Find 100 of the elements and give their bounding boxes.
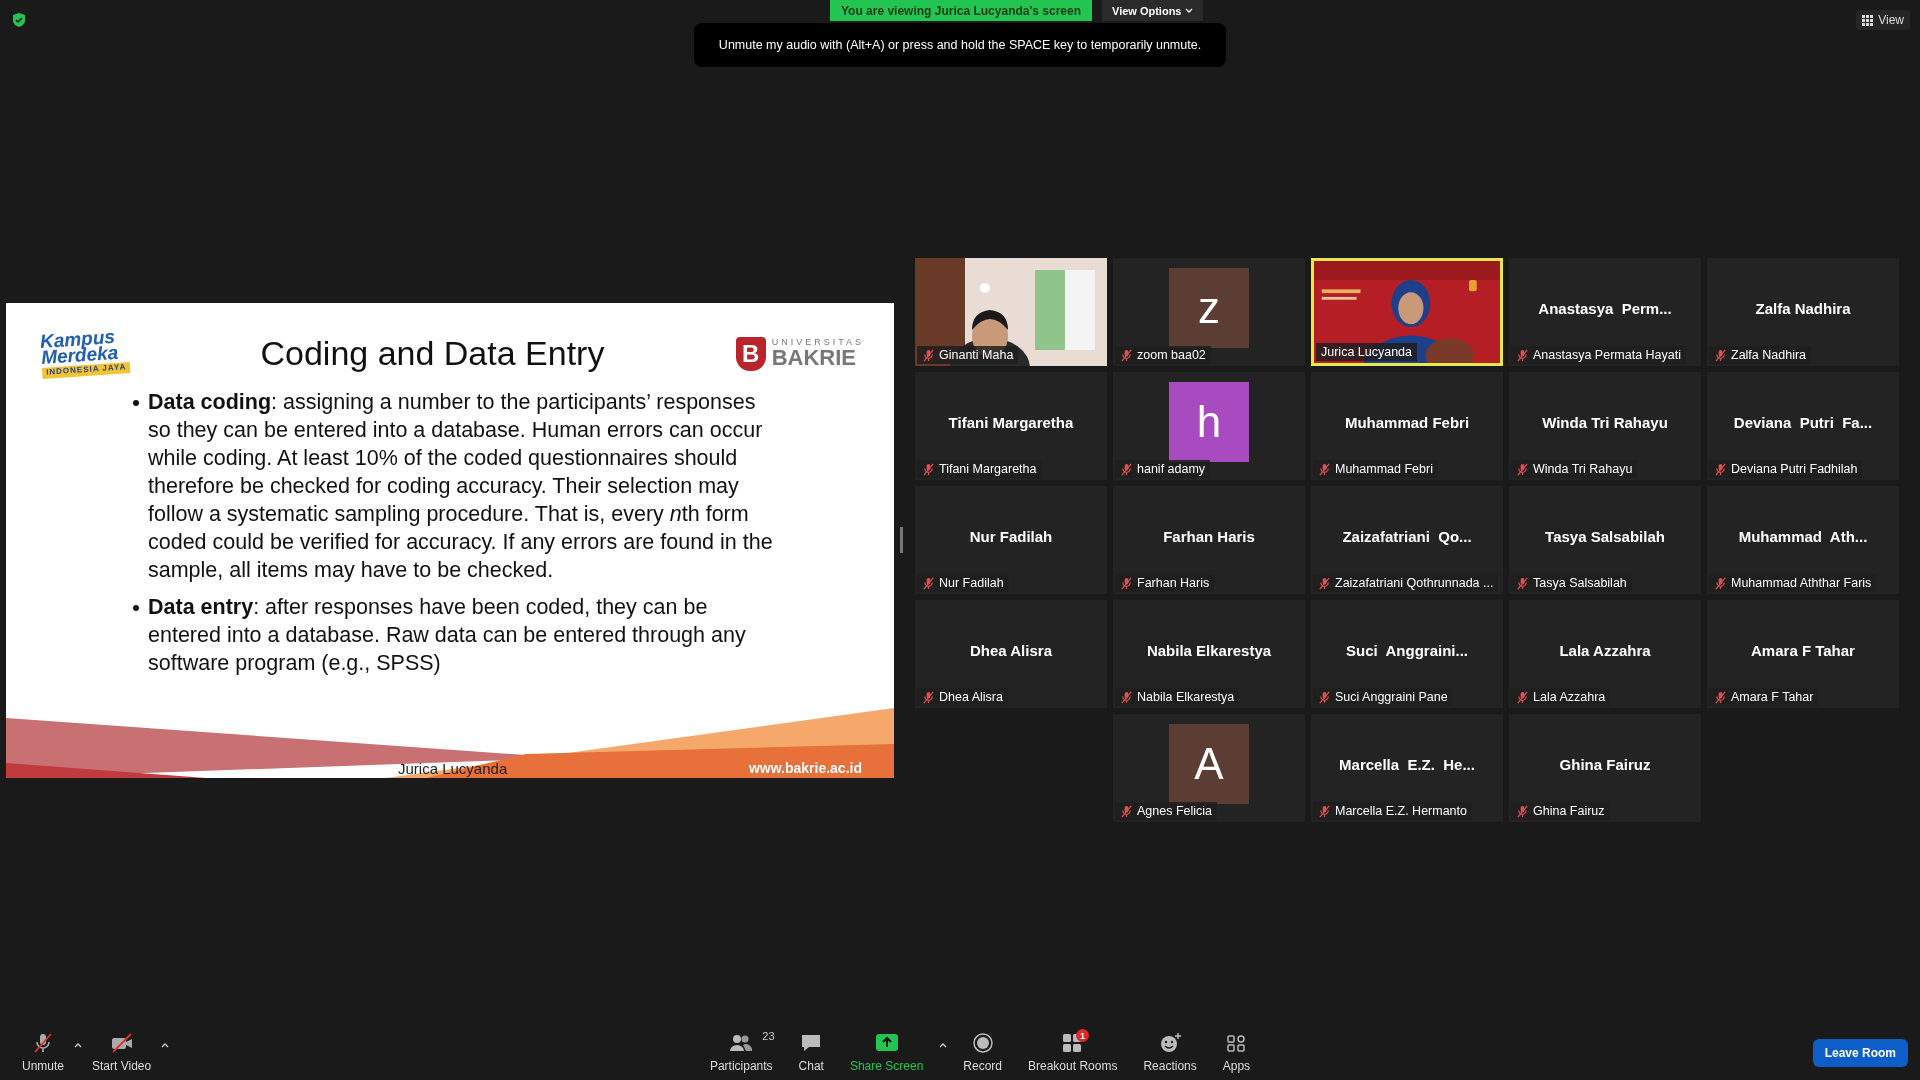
participant-tile[interactable]: Nur Fadilah Nur Fadilah [915, 486, 1107, 594]
participant-label: Suci Anggraini Pane [1335, 690, 1448, 704]
participant-name: Nabila Elkarestya [1146, 641, 1272, 659]
participant-tile[interactable]: Marcella E.Z. He... Marcella E.Z. Hermanto [1311, 714, 1503, 822]
caret-icon[interactable] [939, 1041, 948, 1048]
participant-tile[interactable]: Muhammad Febri Muhammad Febri [1311, 372, 1503, 480]
muted-mic-icon [1120, 804, 1133, 818]
muted-mic-icon [1714, 348, 1727, 362]
caret-icon [1185, 7, 1194, 14]
share-screen-icon [874, 1032, 899, 1054]
avatar: z [1169, 268, 1249, 348]
toolbar-button[interactable]: Participants 23 [699, 1028, 783, 1077]
muted-mic-icon [1516, 576, 1529, 590]
participant-name: Tifani Margaretha [948, 413, 1074, 431]
notification-badge: 1 [1076, 1029, 1089, 1042]
participant-name: Suci Anggraini... [1346, 641, 1468, 659]
smiley-icon [1158, 1032, 1183, 1054]
participant-label: Nabila Elkarestya [1137, 690, 1235, 704]
participant-label: Zaizafatriani Qothrunnada ... [1335, 576, 1494, 590]
unmute-tooltip: Unmute my audio with (Alt+A) or press and hold the SPACE key to temporarily unmute. [694, 23, 1226, 67]
muted-mic-icon [922, 576, 935, 590]
toolbar-button[interactable]: Record [953, 1028, 1012, 1077]
muted-mic-icon [1120, 348, 1133, 362]
participant-tile[interactable]: Dhea Alisra Dhea Alisra [915, 600, 1107, 708]
participant-name: Muhammad Febri [1344, 413, 1470, 431]
participant-tile[interactable]: Deviana Putri Fa... Deviana Putri Fadhilah [1707, 372, 1899, 480]
participant-label: Winda Tri Rahayu [1533, 462, 1633, 476]
slide-url: www.bakrie.ac.id [748, 759, 862, 777]
participant-name: Zaizafatriani Qo... [1342, 527, 1472, 545]
toolbar-button[interactable]: Share Screen [839, 1028, 934, 1077]
toolbar-button[interactable]: Reactions [1133, 1028, 1207, 1077]
toolbar-button[interactable]: Start Video [82, 1028, 162, 1077]
participant-label: Tifani Margaretha [939, 462, 1037, 476]
participant-name: Anastasya Perm... [1538, 299, 1672, 317]
participant-tile[interactable]: h hanif adamy [1113, 372, 1305, 480]
view-options-button[interactable]: View Options [1102, 0, 1204, 21]
participant-tile[interactable]: Zaizafatriani Qo... Zaizafatriani Qothrunnada ... [1311, 486, 1503, 594]
toolbar-button[interactable]: Unmute [12, 1028, 75, 1077]
participant-tile[interactable]: Anastasya Perm... Anastasya Permata Hayati [1509, 258, 1701, 366]
muted-mic-icon [922, 348, 935, 362]
participant-tile[interactable]: Muhammad Ath... Muhammad Aththar Faris [1707, 486, 1899, 594]
toolbar-button[interactable]: Breakout Rooms 1 [1018, 1028, 1128, 1077]
muted-mic-icon [1714, 576, 1727, 590]
participant-tile[interactable]: Tifani Margaretha Tifani Margaretha [915, 372, 1107, 480]
participant-name: Farhan Haris [1163, 527, 1255, 545]
toolbar-button[interactable]: Chat [788, 1028, 834, 1077]
avatar: h [1169, 382, 1249, 462]
muted-mic-icon [1714, 690, 1727, 704]
participant-tile[interactable]: Tasya Salsabilah Tasya Salsabilah [1509, 486, 1701, 594]
participant-name: Winda Tri Rahayu [1542, 413, 1668, 431]
participant-tile[interactable]: Zalfa Nadhira Zalfa Nadhira [1707, 258, 1899, 366]
logo-text: UNIVERSITAS [771, 338, 864, 347]
participant-label: Nur Fadilah [939, 576, 1004, 590]
participant-tile[interactable]: Amara F Tahar Amara F Tahar [1707, 600, 1899, 708]
participant-name: Ghina Fairuz [1559, 755, 1651, 773]
muted-mic-icon [1120, 462, 1133, 476]
participant-tile[interactable]: Jurica Lucyanda [1311, 258, 1503, 366]
muted-mic-icon [1120, 576, 1133, 590]
muted-mic-icon [1318, 690, 1331, 704]
participant-label: Agnes Felicia [1137, 804, 1213, 818]
avatar: A [1169, 724, 1249, 804]
muted-mic-icon [1516, 690, 1529, 704]
bullet-text: Data entry: after responses have been coded, they can be entered into a database. Raw data can be entered through any software program (e.g., SPSS) [148, 593, 747, 677]
bullet-text: Data coding: assigning a number to the participants’ responses so they can be entered into a database. Human errors can occur while coding. At least 10% of the coded questionnaires should therefore be checked for coding accuracy. Their selection may follow a systematic sampling procedure. That is, every nth form coded could be verified for accuracy. If any errors are found in the sample, all items may have to be checked. [148, 388, 774, 584]
toolbar-button[interactable]: Apps [1212, 1028, 1261, 1077]
participant-tile[interactable]: Winda Tri Rahayu Winda Tri Rahayu [1509, 372, 1701, 480]
muted-mic-icon [1516, 462, 1529, 476]
participant-tile[interactable]: z zoom baa02 [1113, 258, 1305, 366]
slide-title: Coding and Data Entry [259, 334, 606, 373]
participant-label: Lala Azzahra [1533, 690, 1606, 704]
caret-icon[interactable] [161, 1041, 170, 1048]
participant-tile[interactable]: Ginanti Maha [915, 258, 1107, 366]
muted-mic-icon [1120, 690, 1133, 704]
muted-mic-icon [1516, 804, 1529, 818]
shield-icon[interactable] [12, 12, 26, 28]
participant-tile[interactable]: Farhan Haris Farhan Haris [1113, 486, 1305, 594]
participant-label: Muhammad Aththar Faris [1731, 576, 1872, 590]
participant-name: Marcella E.Z. He... [1339, 755, 1475, 773]
participant-label: Farhan Haris [1137, 576, 1210, 590]
participant-tile[interactable]: A Agnes Felicia [1113, 714, 1305, 822]
caret-icon[interactable] [74, 1041, 83, 1048]
participant-name: Amara F Tahar [1751, 641, 1855, 659]
participant-tile[interactable]: Suci Anggraini... Suci Anggraini Pane [1311, 600, 1503, 708]
participant-label: Amara F Tahar [1731, 690, 1814, 704]
participant-label: Deviana Putri Fadhilah [1731, 462, 1858, 476]
muted-mic-icon [922, 462, 935, 476]
record-icon [970, 1032, 995, 1054]
participant-label: Muhammad Febri [1335, 462, 1433, 476]
participant-label: Anastasya Permata Hayati [1533, 348, 1681, 362]
participant-label: Jurica Lucyanda [1321, 345, 1413, 359]
participant-tile[interactable]: Nabila Elkarestya Nabila Elkarestya [1113, 600, 1305, 708]
muted-mic-icon [1516, 348, 1529, 362]
participant-tile[interactable]: Ghina Fairuz Ghina Fairuz [1509, 714, 1701, 822]
leave-room-button[interactable]: Leave Room [1812, 1038, 1908, 1067]
slide-footer: Jurica Lucyanda [398, 759, 508, 777]
view-button[interactable]: View [1856, 10, 1910, 30]
resize-handle[interactable] [900, 527, 903, 553]
grid-icon [1862, 14, 1874, 26]
participant-tile[interactable]: Lala Azzahra Lala Azzahra [1509, 600, 1701, 708]
muted-mic-icon [1318, 804, 1331, 818]
